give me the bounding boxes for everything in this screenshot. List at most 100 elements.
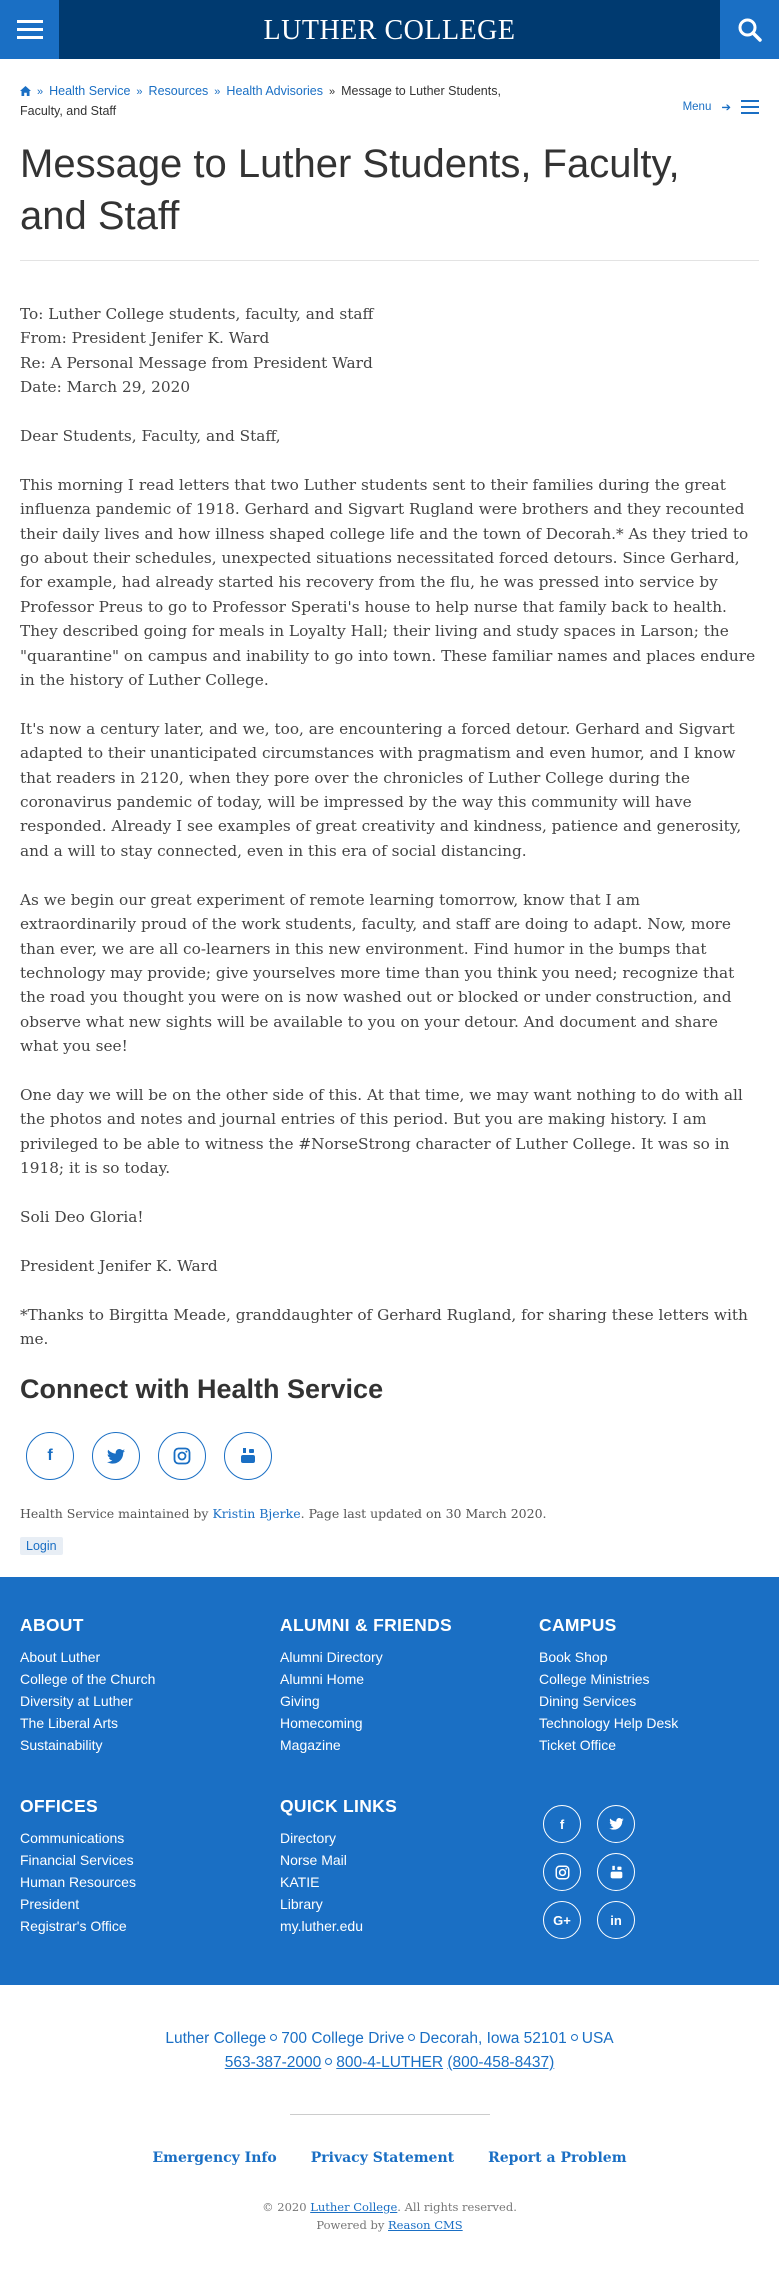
greeting: Dear Students, Faculty, and Staff, (20, 427, 281, 446)
arrow-right-icon: ➔ (721, 102, 731, 114)
section-menu-toggle[interactable]: Menu ➔ (683, 100, 759, 114)
memo-header: To: Luther College students, faculty, an… (20, 302, 760, 400)
youtube-icon[interactable] (224, 1432, 272, 1480)
footer-link[interactable]: Giving (280, 1690, 452, 1712)
footer-link[interactable]: Communications (20, 1827, 136, 1849)
copyright: © 2020 Luther College. All rights reserv… (0, 2198, 779, 2234)
breadcrumb-separator: » (214, 86, 221, 98)
facebook-icon[interactable]: f (543, 1805, 581, 1843)
maintained-by: Health Service maintained by Kristin Bje… (20, 1506, 547, 1521)
signature: President Jenifer K. Ward (20, 1256, 218, 1275)
footer-link[interactable]: Technology Help Desk (539, 1712, 678, 1734)
paragraph: It's now a century later, and we, too, a… (20, 719, 742, 860)
footer-link[interactable]: Alumni Home (280, 1668, 452, 1690)
phone-tollfree-numeric[interactable]: (800-458-8437) (447, 2054, 554, 2071)
footer-link[interactable]: my.luther.edu (280, 1915, 397, 1937)
instagram-icon[interactable] (158, 1432, 206, 1480)
footer-link[interactable]: Alumni Directory (280, 1646, 452, 1668)
instagram-icon[interactable] (543, 1853, 581, 1891)
site-logo[interactable]: LUTHER COLLEGE (264, 15, 516, 47)
phone-tollfree[interactable]: 800-4-LUTHER (336, 2054, 443, 2071)
breadcrumb-separator: » (37, 86, 44, 98)
twitter-icon[interactable] (92, 1432, 140, 1480)
footer-link[interactable]: KATIE (280, 1871, 397, 1893)
paragraph: As we begin our great experiment of remo… (20, 890, 735, 1056)
home-icon[interactable] (20, 86, 31, 96)
footer-link[interactable]: The Liberal Arts (20, 1712, 155, 1734)
footer-link[interactable]: About Luther (20, 1646, 155, 1668)
breadcrumb-health-advisories[interactable]: Health Advisories (226, 84, 323, 98)
footer-heading: ABOUT (20, 1615, 84, 1635)
country: USA (581, 2030, 614, 2047)
instagram-glyph (555, 1865, 569, 1879)
youtube-icon[interactable] (597, 1853, 635, 1891)
site-footer: ABOUT About Luther College of the Church… (0, 1577, 779, 1985)
street: 700 College Drive (281, 2030, 405, 2047)
memo-re: Re: A Personal Message from President Wa… (20, 353, 373, 372)
breadcrumb-separator: » (136, 86, 143, 98)
twitter-bird-glyph (608, 1818, 624, 1830)
footer-offices: OFFICES Communications Financial Service… (20, 1796, 136, 1937)
search-button[interactable] (720, 0, 779, 59)
footer-link[interactable]: College of the Church (20, 1668, 155, 1690)
footer-link[interactable]: Sustainability (20, 1734, 155, 1756)
footer-heading: CAMPUS (539, 1615, 617, 1635)
twitter-bird-glyph (107, 1448, 125, 1464)
footer-link[interactable]: Dining Services (539, 1690, 678, 1712)
footer-link[interactable]: Diversity at Luther (20, 1690, 155, 1712)
maintainer-link[interactable]: Kristin Bjerke (212, 1506, 300, 1521)
copyright-prefix: © 2020 (262, 2200, 311, 2214)
footer-social-links: f G+ in (543, 1805, 653, 1939)
phone-main[interactable]: 563-387-2000 (225, 2054, 322, 2071)
linkedin-icon[interactable]: in (597, 1901, 635, 1939)
footer-link[interactable]: Library (280, 1893, 397, 1915)
main-menu-button[interactable] (0, 0, 59, 59)
reason-cms-link[interactable]: Reason CMS (388, 2218, 463, 2232)
report-problem-link[interactable]: Report a Problem (488, 2150, 626, 2166)
copyright-suffix: . All rights reserved. (397, 2200, 517, 2214)
luther-college-link[interactable]: Luther College (310, 2200, 397, 2214)
college-name: Luther College (165, 2030, 267, 2047)
separator-dot-icon (325, 2058, 333, 2065)
breadcrumb-health-service[interactable]: Health Service (49, 84, 130, 98)
emergency-info-link[interactable]: Emergency Info (152, 2150, 276, 2166)
phone-line: 563-387-2000 800-4-LUTHER (800-458-8437) (0, 2051, 779, 2075)
hamburger-icon (741, 100, 759, 114)
footer-link[interactable]: College Ministries (539, 1668, 678, 1690)
footer-link[interactable]: Magazine (280, 1734, 452, 1756)
instagram-glyph (173, 1447, 191, 1465)
footer-alumni: ALUMNI & FRIENDS Alumni Directory Alumni… (280, 1615, 452, 1756)
memo-from: From: President Jenifer K. Ward (20, 329, 270, 348)
facebook-icon[interactable]: f (26, 1432, 74, 1480)
city: Decorah, Iowa 52101 (419, 2030, 567, 2047)
footer-link[interactable]: Book Shop (539, 1646, 678, 1668)
privacy-statement-link[interactable]: Privacy Statement (311, 2150, 454, 2166)
twitter-icon[interactable] (597, 1805, 635, 1843)
divider (20, 260, 759, 261)
footer-about: ABOUT About Luther College of the Church… (20, 1615, 155, 1756)
footer-link[interactable]: Norse Mail (280, 1849, 397, 1871)
page-title: Message to Luther Students, Faculty, and… (20, 142, 680, 238)
footer-link[interactable]: Human Resources (20, 1871, 136, 1893)
breadcrumb-resources[interactable]: Resources (149, 84, 209, 98)
footer-link[interactable]: Homecoming (280, 1712, 452, 1734)
paragraph: One day we will be on the other side of … (20, 1085, 743, 1178)
separator-dot-icon (270, 2034, 278, 2041)
google-plus-icon[interactable]: G+ (543, 1901, 581, 1939)
footer-link[interactable]: President (20, 1893, 136, 1915)
memo-date: Date: March 29, 2020 (20, 378, 191, 397)
footer-link[interactable]: Registrar's Office (20, 1915, 136, 1937)
top-header: LUTHER COLLEGE (0, 0, 779, 59)
search-icon (738, 18, 762, 42)
login-button[interactable]: Login (20, 1537, 63, 1555)
footer-link[interactable]: Ticket Office (539, 1734, 678, 1756)
section-menu-label: Menu (682, 101, 712, 113)
breadcrumb: » Health Service » Resources » Health Advisor… (20, 82, 520, 121)
youtube-glyph (241, 1448, 255, 1463)
separator-dot-icon (570, 2034, 578, 2041)
article-body: To: Luther College students, faculty, an… (20, 302, 760, 1376)
separator-dot-icon (408, 2034, 416, 2041)
footer-link[interactable]: Directory (280, 1827, 397, 1849)
footer-heading: ALUMNI & FRIENDS (280, 1615, 453, 1635)
footer-link[interactable]: Financial Services (20, 1849, 136, 1871)
